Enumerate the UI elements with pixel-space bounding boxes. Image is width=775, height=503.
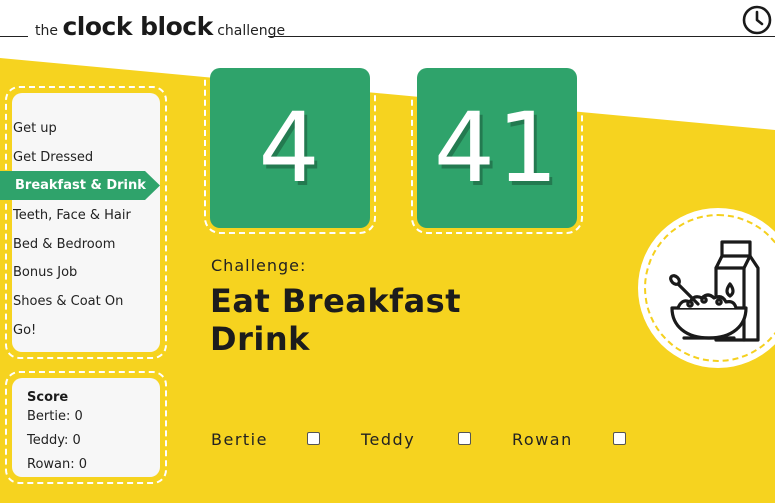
score-panel: Score Bertie: 0 Teddy: 0 Rowan: 0 [5,371,167,484]
step-bed-bedroom[interactable]: Bed & Bedroom [13,237,115,252]
timer-seconds-tile: 41 [411,62,583,234]
player-bertie-name: Bertie [211,430,268,449]
step-go[interactable]: Go! [13,323,36,338]
step-breakfast-drink-label: Breakfast & Drink [15,178,146,193]
player-teddy-name: Teddy [361,430,416,449]
step-breakfast-drink-active[interactable]: Breakfast & Drink [0,171,160,200]
timer-seconds-box: 41 [417,68,577,228]
score-rowan: Rowan: 0 [27,457,88,472]
clock-icon[interactable] [741,4,773,36]
score-bertie: Bertie: 0 [27,409,83,424]
timer-minutes: 4 [258,92,322,204]
step-bonus-job[interactable]: Bonus Job [13,265,77,280]
header-rule-right [268,36,775,37]
cereal-bowl-milk-icon [669,240,760,342]
timer-minutes-box: 4 [210,68,370,228]
player-bertie-checkbox[interactable] [307,432,320,445]
step-get-dressed[interactable]: Get Dressed [13,150,93,165]
score-teddy: Teddy: 0 [27,433,81,448]
player-rowan-checkbox[interactable] [613,432,626,445]
score-panel-background: Score Bertie: 0 Teddy: 0 Rowan: 0 [12,378,160,477]
brand-prefix: the [35,23,58,39]
challenge-label: Challenge: [211,256,307,275]
header: the clock block challenge [0,0,775,48]
player-rowan-name: Rowan [512,430,573,449]
timer-minutes-tile: 4 [204,62,376,234]
brand-main: clock block [62,12,213,41]
step-teeth-face-hair[interactable]: Teeth, Face & Hair [13,208,131,223]
challenge-text: Eat Breakfast Drink [210,282,461,358]
timer-seconds: 41 [433,92,561,204]
brand-title: the clock block challenge [35,12,285,41]
step-get-up[interactable]: Get up [13,121,57,136]
step-shoes-coat-on[interactable]: Shoes & Coat On [13,294,123,309]
header-rule-left [0,36,28,37]
score-title: Score [27,390,69,405]
player-teddy-checkbox[interactable] [458,432,471,445]
